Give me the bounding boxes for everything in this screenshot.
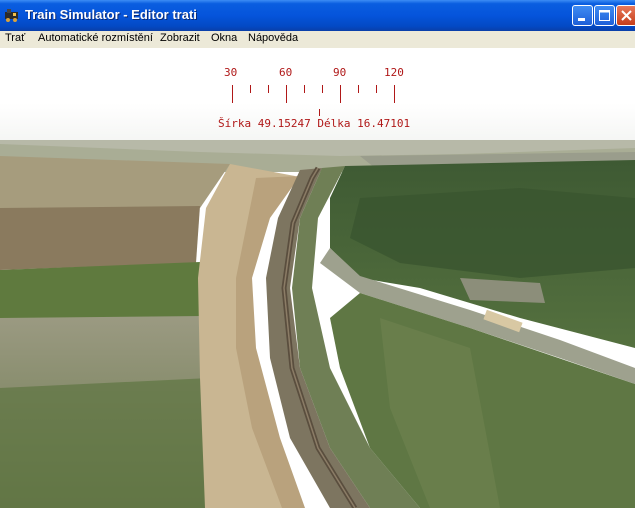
menu-zobrazit[interactable]: Zobrazit [160, 32, 200, 44]
title-bar[interactable]: Train Simulator - Editor trati [0, 0, 635, 31]
hud-major-tick [394, 85, 395, 103]
hud-minor-tick [304, 85, 305, 93]
hud-coordinates: Šírka 49.15247 Délka 16.47101 [218, 117, 410, 130]
hud-heading-marker [319, 109, 320, 116]
minimize-button[interactable] [572, 5, 593, 26]
maximize-button[interactable] [594, 5, 615, 26]
latitude-value: 49.15247 [257, 117, 311, 130]
hud-minor-tick [322, 85, 323, 93]
maximize-icon [599, 10, 610, 21]
train-app-icon[interactable] [4, 7, 20, 23]
hud-scale-label: 60 [279, 66, 293, 79]
menu-trat[interactable]: Trať [5, 32, 25, 44]
hud-major-tick [286, 85, 287, 103]
hud-major-tick [232, 85, 233, 103]
hud-minor-tick [268, 85, 269, 93]
menu-bar: Trať Automatické rozmístění Zobrazit Okn… [0, 31, 635, 48]
longitude-value: 16.47101 [357, 117, 411, 130]
longitude-label: Délka [317, 117, 351, 130]
hud-scale-label: 30 [224, 66, 238, 79]
hud-minor-tick [358, 85, 359, 93]
latitude-label: Šírka [218, 117, 252, 130]
terrain-viewport[interactable]: 30 60 90 120 Šírka 49.15247 Délka 16.471… [0, 48, 635, 508]
close-button[interactable] [616, 5, 635, 26]
hud-major-tick [340, 85, 341, 103]
hud-scale-label: 120 [384, 66, 404, 79]
hud-scale-label: 90 [333, 66, 347, 79]
menu-automaticke-rozmisteni[interactable]: Automatické rozmístění [38, 32, 153, 44]
hud-minor-tick [376, 85, 377, 93]
window-title: Train Simulator - Editor trati [25, 7, 197, 22]
minimize-icon [578, 18, 585, 21]
menu-okna[interactable]: Okna [211, 32, 237, 44]
hud-minor-tick [250, 85, 251, 93]
close-icon [621, 10, 632, 21]
menu-napoveda[interactable]: Nápověda [248, 32, 298, 44]
